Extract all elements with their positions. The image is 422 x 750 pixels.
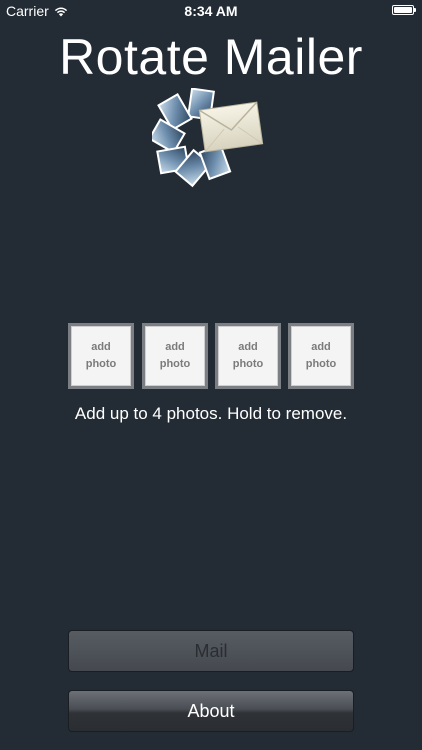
- app-title: Rotate Mailer: [59, 29, 363, 85]
- add-photo-slot-3[interactable]: add photo: [215, 323, 281, 389]
- battery-icon: [392, 5, 416, 15]
- about-button[interactable]: About: [68, 690, 354, 732]
- photo-slots: add photo add photo add photo add photo: [68, 323, 354, 389]
- add-photo-slot-4[interactable]: add photo: [288, 323, 354, 389]
- add-photo-label-line1: add: [91, 341, 111, 353]
- status-time: 8:34 AM: [184, 3, 238, 19]
- status-bar: Carrier 8:34 AM: [0, 0, 422, 22]
- add-photo-label: add photo: [299, 339, 343, 373]
- add-photo-label-line2: photo: [85, 358, 117, 370]
- add-photo-label-line1: add: [311, 341, 331, 353]
- photo-hint-text: Add up to 4 photos. Hold to remove.: [74, 404, 348, 423]
- add-photo-label-line1: add: [238, 341, 258, 353]
- add-photo-label-line2: photo: [232, 358, 264, 370]
- add-photo-label: add photo: [153, 339, 197, 373]
- mail-button[interactable]: Mail: [68, 630, 354, 672]
- add-photo-label-line2: photo: [159, 358, 191, 370]
- add-photo-label: add photo: [79, 339, 123, 373]
- add-photo-label-line1: add: [165, 341, 185, 353]
- add-photo-label: add photo: [226, 339, 270, 373]
- rotating-photos-envelope-logo: [152, 88, 264, 188]
- add-photo-label-line2: photo: [305, 358, 337, 370]
- add-photo-slot-1[interactable]: add photo: [68, 323, 134, 389]
- add-photo-slot-2[interactable]: add photo: [142, 323, 208, 389]
